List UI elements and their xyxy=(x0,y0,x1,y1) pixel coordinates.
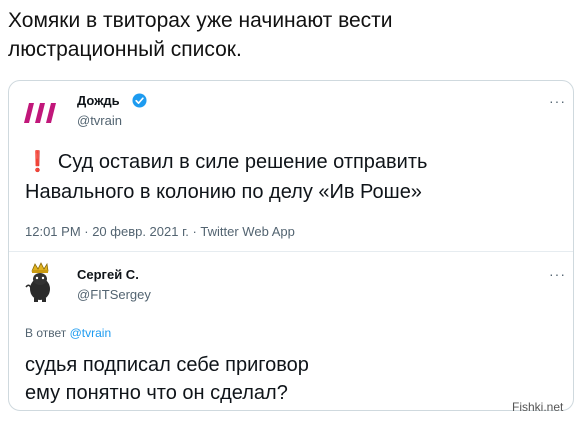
divider xyxy=(9,251,573,252)
reply-author-handle[interactable]: @FITSergey xyxy=(77,287,151,302)
tweet-card[interactable]: Дождь @tvrain ··· ❗ Суд оставил в силе ре… xyxy=(8,80,574,411)
tweet-author-handle[interactable]: @tvrain xyxy=(77,113,122,128)
verified-badge-icon xyxy=(132,93,147,108)
tweet-text-line-1: ❗ Суд оставил в силе решение отправить xyxy=(25,147,555,177)
post-caption-line-1: Хомяки в твиторах уже начинают вести xyxy=(8,9,393,32)
reply-more-icon[interactable]: ··· xyxy=(549,266,566,282)
post-caption: Хомяки в твиторах уже начинают вести люс… xyxy=(8,6,568,64)
tweet-text-line-2: Навального в колонию по делу «Ив Роше» xyxy=(25,181,422,203)
reply-author-name[interactable]: Сергей С. xyxy=(77,267,139,282)
hamster-king-avatar-icon[interactable] xyxy=(23,261,55,303)
reply-text: судья подписал себе приговор ему понятно… xyxy=(25,351,555,407)
tvrain-logo-icon[interactable] xyxy=(23,99,63,127)
tweet-author-name[interactable]: Дождь xyxy=(77,93,120,108)
exclamation-icon: ❗ xyxy=(25,151,50,173)
watermark: Fishki.net xyxy=(512,400,564,414)
reply-to-handle-link[interactable]: @tvrain xyxy=(70,326,112,340)
tweet-meta[interactable]: 12:01 PM · 20 февр. 2021 г. · Twitter We… xyxy=(25,224,295,239)
tweet-text-line-1-content: Суд оставил в силе решение отправить xyxy=(57,151,428,173)
more-icon[interactable]: ··· xyxy=(549,93,566,109)
reply-to-prefix: В ответ xyxy=(25,326,67,340)
tweet-text: ❗ Суд оставил в силе решение отправить На… xyxy=(25,147,555,207)
reply-text-line-2: ему понятно что он сделал? xyxy=(25,382,288,404)
reply-to-line: В ответ @tvrain xyxy=(25,326,111,340)
reply-text-line-1: судья подписал себе приговор xyxy=(25,354,309,376)
post-caption-line-2: люстрационный список. xyxy=(8,38,242,61)
